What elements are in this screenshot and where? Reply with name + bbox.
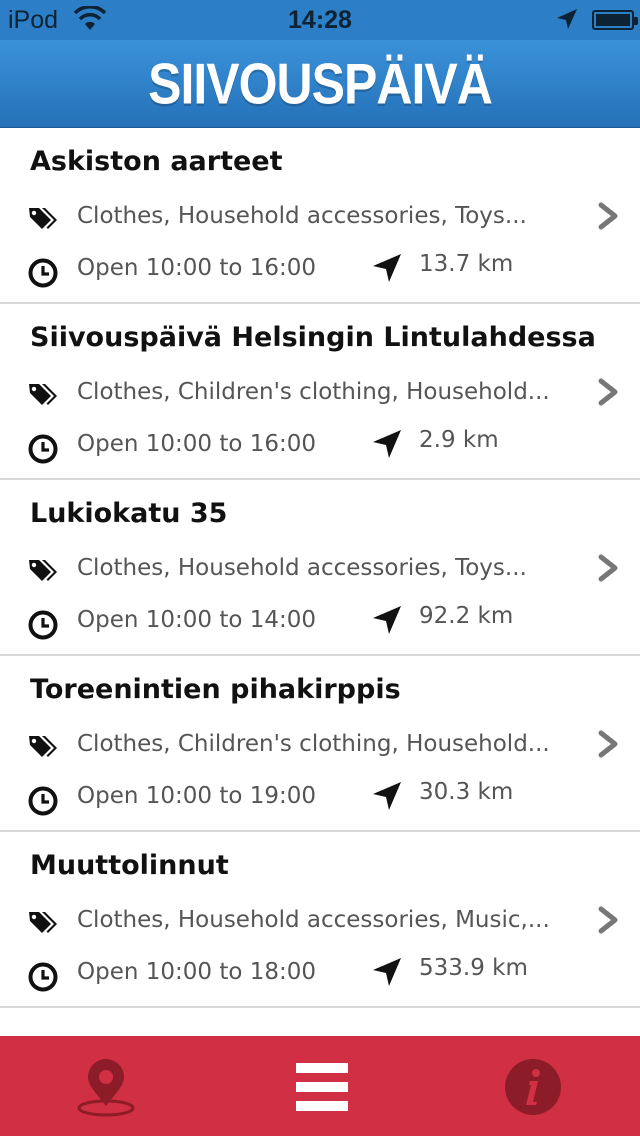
tab-map[interactable]	[47, 1036, 167, 1136]
status-bar: iPod 14:28	[0, 0, 640, 40]
sale-title: Muuttolinnut	[30, 850, 229, 881]
nav-bar: SIIVOUSPÄIVÄ	[0, 40, 640, 128]
map-pin-icon	[77, 1059, 135, 1117]
sale-hours: Open 10:00 to 16:00	[77, 255, 317, 281]
sale-distance: 533.9 km	[419, 955, 528, 981]
tab-list[interactable]	[260, 1036, 380, 1136]
sale-title: Siivouspäivä Helsingin Lintulahdessa	[30, 322, 596, 353]
clock-icon	[28, 258, 58, 288]
chevron-right-icon	[598, 378, 618, 406]
clock-icon	[28, 434, 58, 464]
info-icon	[505, 1059, 561, 1115]
list-item[interactable]: Lukiokatu 35 Clothes, Household accessori…	[0, 480, 640, 656]
list-item[interactable]: Toreenintien pihakirppis Clothes, Childre…	[0, 656, 640, 832]
navigation-arrow-icon	[373, 254, 401, 282]
list-menu-icon	[296, 1063, 348, 1111]
sale-hours: Open 10:00 to 19:00	[77, 783, 317, 809]
sale-distance: 2.9 km	[419, 427, 499, 453]
navigation-arrow-icon	[373, 606, 401, 634]
status-time: 14:28	[288, 6, 352, 34]
sale-title: Askiston aarteet	[30, 146, 283, 177]
location-services-icon	[557, 9, 577, 29]
sale-title: Toreenintien pihakirppis	[30, 674, 401, 705]
chevron-right-icon	[598, 202, 618, 230]
chevron-right-icon	[598, 906, 618, 934]
clock-icon	[28, 610, 58, 640]
navigation-arrow-icon	[373, 430, 401, 458]
tag-icon	[29, 384, 57, 405]
sale-categories: Clothes, Household accessories, Toys...	[77, 203, 527, 229]
sale-hours: Open 10:00 to 18:00	[77, 959, 317, 985]
sale-hours: Open 10:00 to 14:00	[77, 607, 317, 633]
tab-info[interactable]	[472, 1036, 592, 1136]
tag-icon	[29, 912, 57, 933]
sale-distance: 30.3 km	[419, 779, 514, 805]
navigation-arrow-icon	[373, 958, 401, 986]
battery-icon	[592, 10, 638, 30]
tag-icon	[29, 560, 57, 581]
sale-distance: 13.7 km	[419, 251, 514, 277]
tab-bar	[0, 1036, 640, 1136]
clock-icon	[28, 786, 58, 816]
chevron-right-icon	[598, 730, 618, 758]
sale-categories: Clothes, Household accessories, Toys...	[77, 555, 527, 581]
list-item[interactable]: Askiston aarteet Clothes, Household acces…	[0, 128, 640, 304]
sale-categories: Clothes, Children's clothing, Household.…	[77, 731, 550, 757]
chevron-right-icon	[598, 554, 618, 582]
app-logo: SIIVOUSPÄIVÄ	[148, 51, 493, 116]
sales-list[interactable]: Askiston aarteet Clothes, Household acces…	[0, 128, 640, 1036]
tag-icon	[29, 736, 57, 757]
tag-icon	[29, 208, 57, 229]
clock-icon	[28, 962, 58, 992]
list-item[interactable]: Siivouspäivä Helsingin Lintulahdessa Clot…	[0, 304, 640, 480]
sale-title: Lukiokatu 35	[30, 498, 228, 529]
sale-categories: Clothes, Children's clothing, Household.…	[77, 379, 550, 405]
sale-distance: 92.2 km	[419, 603, 514, 629]
sale-categories: Clothes, Household accessories, Music,..…	[77, 907, 550, 933]
list-item-partial[interactable]	[0, 1008, 640, 1036]
list-item[interactable]: Muuttolinnut Clothes, Household accessori…	[0, 832, 640, 1008]
sale-hours: Open 10:00 to 16:00	[77, 431, 317, 457]
navigation-arrow-icon	[373, 782, 401, 810]
